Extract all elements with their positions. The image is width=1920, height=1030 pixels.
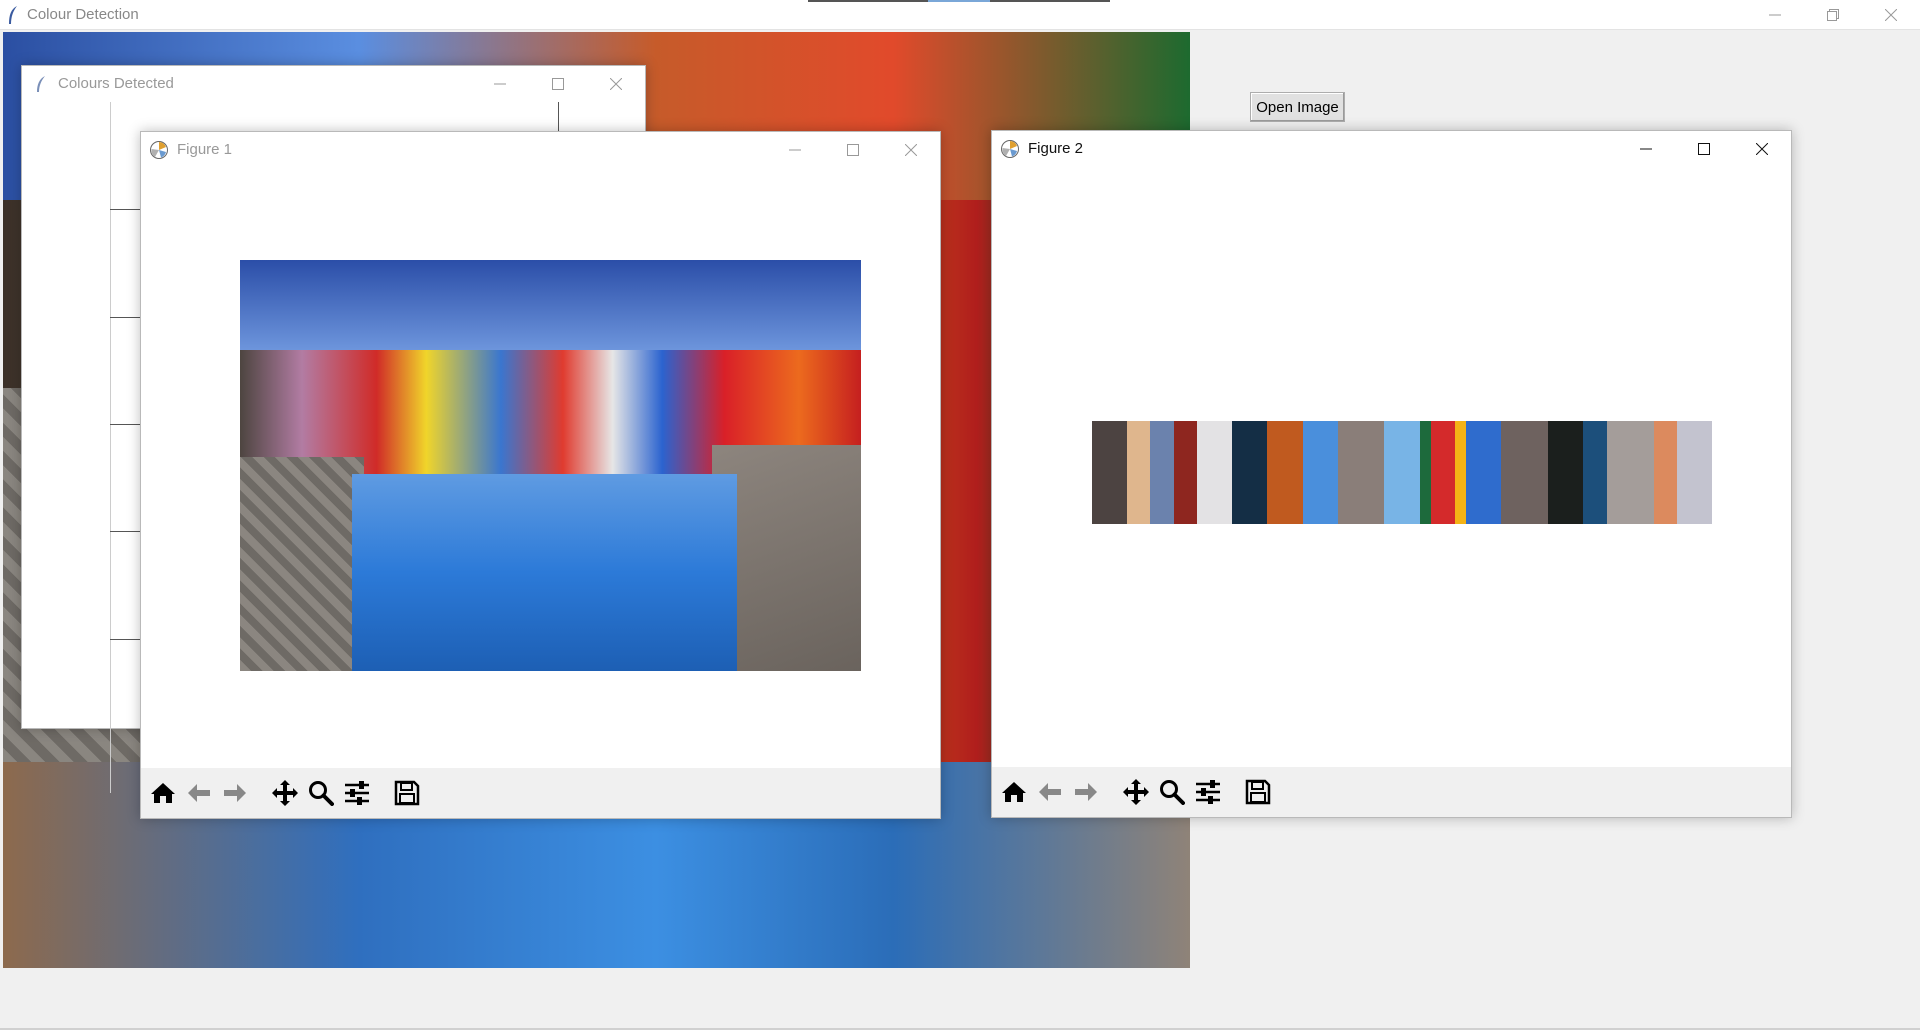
forward-button[interactable]	[1068, 774, 1104, 810]
maximize-button[interactable]	[529, 66, 587, 102]
back-button[interactable]	[181, 775, 217, 811]
home-button[interactable]	[996, 774, 1032, 810]
zoom-button[interactable]	[1154, 774, 1190, 810]
figure2-window: Figure 2	[991, 130, 1792, 818]
close-button[interactable]	[587, 66, 645, 102]
minimize-icon	[1640, 148, 1652, 150]
save-button[interactable]	[389, 775, 425, 811]
save-icon	[394, 780, 420, 806]
app-title: Colour Detection	[27, 6, 139, 23]
figure1-toolbar	[141, 768, 940, 818]
colour-swatch	[1232, 421, 1268, 524]
save-button[interactable]	[1240, 774, 1276, 810]
close-button[interactable]	[1733, 131, 1791, 167]
save-icon	[1245, 779, 1271, 805]
pan-icon	[272, 780, 298, 806]
colour-swatch	[1092, 421, 1128, 524]
close-icon	[610, 78, 622, 90]
zoom-icon	[309, 781, 334, 806]
maximize-icon	[847, 144, 859, 156]
feather-icon	[9, 6, 17, 24]
minimize-button[interactable]	[766, 132, 824, 168]
colours-detected-titlebar[interactable]: Colours Detected	[22, 66, 645, 102]
colour-swatch	[1606, 421, 1654, 524]
minimize-icon	[789, 149, 801, 151]
colour-swatch	[1676, 421, 1712, 524]
colour-swatch	[1267, 421, 1303, 524]
chart-tick	[110, 424, 140, 425]
minimize-button[interactable]	[471, 66, 529, 102]
matplotlib-icon	[150, 141, 168, 159]
maximize-button[interactable]	[824, 132, 882, 168]
close-icon	[1756, 143, 1768, 155]
home-icon	[151, 783, 175, 803]
restore-icon	[1827, 9, 1839, 21]
colour-swatch	[1583, 421, 1607, 524]
configure-subplots-button[interactable]	[1190, 774, 1226, 810]
taskbar-accent-active	[928, 0, 990, 2]
zoom-button[interactable]	[303, 775, 339, 811]
pan-button[interactable]	[267, 775, 303, 811]
close-button[interactable]	[882, 132, 940, 168]
minimize-icon	[494, 83, 506, 85]
chart-axis	[110, 102, 111, 793]
forward-arrow-icon	[224, 784, 246, 802]
minimize-icon	[1769, 14, 1781, 16]
configure-subplots-icon	[345, 781, 369, 805]
colour-swatch	[1302, 421, 1338, 524]
window-title: Figure 1	[177, 141, 233, 158]
colour-swatch	[1419, 421, 1432, 524]
chart-tick	[110, 531, 140, 532]
home-button[interactable]	[145, 775, 181, 811]
colour-swatch	[1653, 421, 1677, 524]
back-arrow-icon	[1039, 783, 1061, 801]
window-title: Figure 2	[1028, 140, 1084, 157]
figure1-titlebar[interactable]: Figure 1	[141, 132, 940, 168]
figure1-window: Figure 1	[140, 131, 941, 819]
figure1-image	[240, 260, 861, 671]
chart-tick	[110, 209, 140, 210]
maximize-button[interactable]	[1675, 131, 1733, 167]
back-arrow-icon	[188, 784, 210, 802]
close-icon	[1885, 9, 1897, 21]
colour-swatch	[1466, 421, 1502, 524]
matplotlib-icon	[1001, 140, 1019, 158]
colour-swatch	[1384, 421, 1420, 524]
configure-subplots-icon	[1196, 780, 1220, 804]
colour-swatch	[1454, 421, 1467, 524]
feather-icon	[37, 76, 45, 92]
close-icon	[905, 144, 917, 156]
colour-swatch	[1150, 421, 1174, 524]
figure2-titlebar[interactable]: Figure 2	[992, 131, 1791, 167]
colour-swatch	[1501, 421, 1549, 524]
colour-swatch	[1127, 421, 1151, 524]
pan-icon	[1123, 779, 1149, 805]
back-button[interactable]	[1032, 774, 1068, 810]
chart-tick	[110, 317, 140, 318]
chart-tick	[110, 639, 140, 640]
minimize-button[interactable]	[1746, 0, 1804, 30]
colour-swatch	[1548, 421, 1584, 524]
chart-tick	[558, 102, 559, 132]
pan-button[interactable]	[1118, 774, 1154, 810]
maximize-icon	[1698, 143, 1710, 155]
colour-swatch	[1197, 421, 1233, 524]
main-titlebar: Colour Detection	[0, 0, 1920, 30]
close-button[interactable]	[1862, 0, 1920, 30]
home-icon	[1002, 782, 1026, 802]
zoom-icon	[1160, 780, 1185, 805]
forward-arrow-icon	[1075, 783, 1097, 801]
configure-subplots-button[interactable]	[339, 775, 375, 811]
colour-swatch	[1337, 421, 1385, 524]
minimize-button[interactable]	[1617, 131, 1675, 167]
restore-button[interactable]	[1804, 0, 1862, 30]
colour-palette	[1092, 421, 1712, 524]
forward-button[interactable]	[217, 775, 253, 811]
maximize-icon	[552, 78, 564, 90]
open-image-button[interactable]: Open Image	[1250, 92, 1345, 122]
window-title: Colours Detected	[58, 75, 174, 92]
colour-swatch	[1173, 421, 1198, 524]
figure2-toolbar	[992, 767, 1791, 817]
colour-swatch	[1431, 421, 1455, 524]
